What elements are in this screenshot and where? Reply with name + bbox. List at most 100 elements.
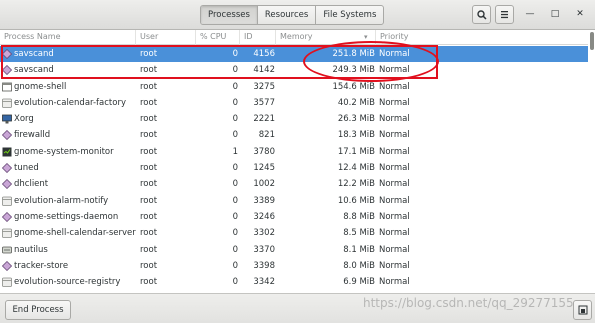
process-name: evolution-alarm-notify [14, 195, 109, 206]
column-process-name[interactable]: Process Name [0, 30, 136, 45]
process-id: 3398 [253, 260, 275, 271]
process-cpu: 0 [232, 130, 238, 141]
minimize-button[interactable]: — [523, 7, 537, 21]
process-memory: 10.6 MiB [337, 195, 375, 206]
process-user: root [140, 114, 158, 125]
process-priority: Normal [379, 114, 410, 125]
process-user: root [140, 195, 158, 206]
search-icon [476, 9, 487, 20]
process-user: root [140, 244, 158, 255]
process-user: root [140, 81, 158, 92]
process-row[interactable]: dhclient root 0 1002 12.2 MiB Normal [0, 176, 595, 192]
process-cpu: 0 [232, 97, 238, 108]
calendar-icon [2, 228, 12, 239]
process-name: gnome-settings-daemon [14, 211, 119, 222]
process-user: root [140, 130, 158, 141]
process-user: root [140, 228, 158, 239]
column-user[interactable]: User [136, 30, 196, 45]
end-process-button[interactable]: End Process [5, 300, 71, 320]
process-id: 1002 [253, 179, 275, 190]
calendar-icon [2, 196, 12, 206]
process-id: 3780 [253, 146, 275, 157]
process-user: root [140, 179, 158, 190]
process-name: evolution-calendar-factory [14, 97, 126, 108]
process-row[interactable]: tuned root 0 1245 12.4 MiB Normal [0, 160, 595, 176]
process-memory: 26.3 MiB [337, 114, 375, 125]
process-id: 2221 [253, 114, 275, 125]
process-name: tracker-store [14, 260, 69, 271]
process-cpu: 0 [232, 114, 238, 125]
column-priority[interactable]: Priority [376, 30, 588, 45]
menu-button[interactable] [495, 5, 514, 24]
process-row[interactable]: gnome-shell root 0 3275 154.6 MiB Normal [0, 79, 595, 95]
process-cpu: 0 [232, 195, 238, 206]
process-priority: Normal [379, 228, 410, 239]
process-cpu: 0 [232, 244, 238, 255]
process-memory: 12.2 MiB [337, 179, 375, 190]
process-memory: 8.8 MiB [343, 211, 375, 222]
process-row[interactable]: gnome-settings-daemon root 0 3246 8.8 MiB Nor… [0, 209, 595, 225]
process-id: 3342 [253, 277, 275, 288]
process-row[interactable]: evolution-alarm-notify root 0 3389 10.6 MiB N… [0, 193, 595, 209]
process-memory: 18.3 MiB [337, 130, 375, 141]
process-user: root [140, 97, 158, 108]
close-button[interactable]: ✕ [573, 7, 587, 21]
process-cpu: 0 [232, 260, 238, 271]
properties-icon [578, 305, 587, 315]
process-row[interactable]: nautilus root 0 3370 8.1 MiB Normal [0, 242, 595, 258]
search-button[interactable] [472, 5, 491, 24]
properties-button[interactable] [573, 300, 592, 320]
process-memory: 8.5 MiB [343, 228, 375, 239]
process-memory: 8.0 MiB [343, 260, 375, 271]
process-priority: Normal [379, 277, 410, 288]
tab-processes[interactable]: Processes [201, 6, 258, 24]
process-row[interactable]: evolution-source-registry root 0 3342 6.9 Mi… [0, 274, 595, 290]
column-cpu[interactable]: % CPU [196, 30, 240, 45]
maximize-button[interactable]: □ [548, 7, 562, 21]
column-id[interactable]: ID [240, 30, 276, 45]
process-priority: Normal [379, 195, 410, 206]
watermark: https://blog.csdn.net/qq_29277155 [363, 296, 574, 310]
process-list: savscand root 0 4156 251.8 MiB Normal savscand… [0, 46, 595, 290]
process-memory: 17.1 MiB [337, 146, 375, 157]
process-name: gnome-shell [14, 81, 67, 92]
script-icon [1, 260, 13, 271]
process-name: nautilus [14, 244, 48, 255]
process-priority: Normal [379, 146, 410, 157]
hamburger-menu-icon [501, 11, 508, 19]
process-priority: Normal [379, 260, 410, 271]
process-user: root [140, 163, 158, 174]
process-memory: 12.4 MiB [337, 163, 375, 174]
tab-resources[interactable]: Resources [258, 6, 317, 24]
scrollbar-thumb[interactable] [590, 32, 594, 50]
process-name: firewalld [14, 130, 51, 141]
process-id: 1245 [253, 163, 275, 174]
view-switcher: Processes Resources File Systems [200, 5, 385, 25]
column-memory-label: Memory [280, 32, 313, 41]
process-priority: Normal [379, 97, 410, 108]
annotation-highlight-oval [303, 41, 439, 82]
process-memory: 8.1 MiB [343, 244, 375, 255]
tab-file-systems[interactable]: File Systems [316, 6, 383, 24]
process-row[interactable]: gnome-shell-calendar-server root 0 3302 8.5 … [0, 225, 595, 241]
process-id: 821 [258, 130, 275, 141]
process-name: gnome-system-monitor [14, 146, 114, 157]
process-user: root [140, 211, 158, 222]
script-icon [1, 163, 13, 174]
process-name: evolution-source-registry [14, 277, 121, 288]
process-memory: 40.2 MiB [337, 97, 375, 108]
process-row[interactable]: evolution-calendar-factory root 0 3577 40.2 … [0, 95, 595, 111]
process-row[interactable]: firewalld root 0 821 18.3 MiB Normal [0, 127, 595, 143]
process-row[interactable]: Xorg root 0 2221 26.3 MiB Normal [0, 111, 595, 127]
process-user: root [140, 260, 158, 271]
process-priority: Normal [379, 244, 410, 255]
process-cpu: 0 [232, 163, 238, 174]
process-row[interactable]: tracker-store root 0 3398 8.0 MiB Normal [0, 258, 595, 274]
process-cpu: 0 [232, 179, 238, 190]
column-header: Process Name User % CPU ID Memory ▾ Prio… [0, 30, 595, 45]
process-id: 3246 [253, 211, 275, 222]
process-row[interactable]: gnome-system-monitor root 1 3780 17.1 MiB Nor… [0, 144, 595, 160]
process-memory: 6.9 MiB [343, 277, 375, 288]
vertical-scrollbar[interactable] [588, 30, 595, 293]
terminal-icon [2, 147, 12, 157]
